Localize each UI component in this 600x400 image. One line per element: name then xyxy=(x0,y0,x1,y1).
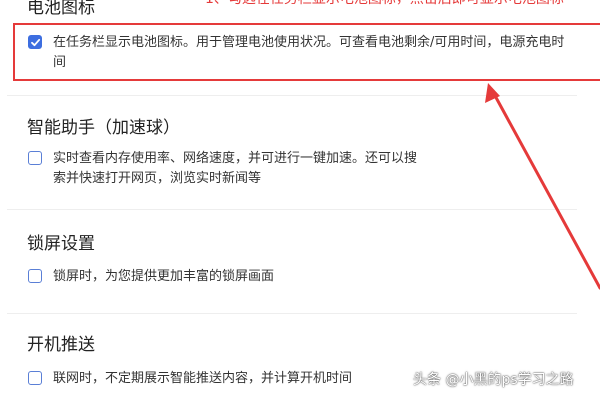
watermark-text: 头条 @小黑的ps学习之路 xyxy=(413,372,574,388)
arrow-shaft xyxy=(491,90,600,290)
annotation-arrow xyxy=(485,83,600,290)
settings-page: 1、勾选在任务栏显示电池图标，点击后即可显示电池图标 电池图标 在任务栏显示电池… xyxy=(0,0,600,400)
